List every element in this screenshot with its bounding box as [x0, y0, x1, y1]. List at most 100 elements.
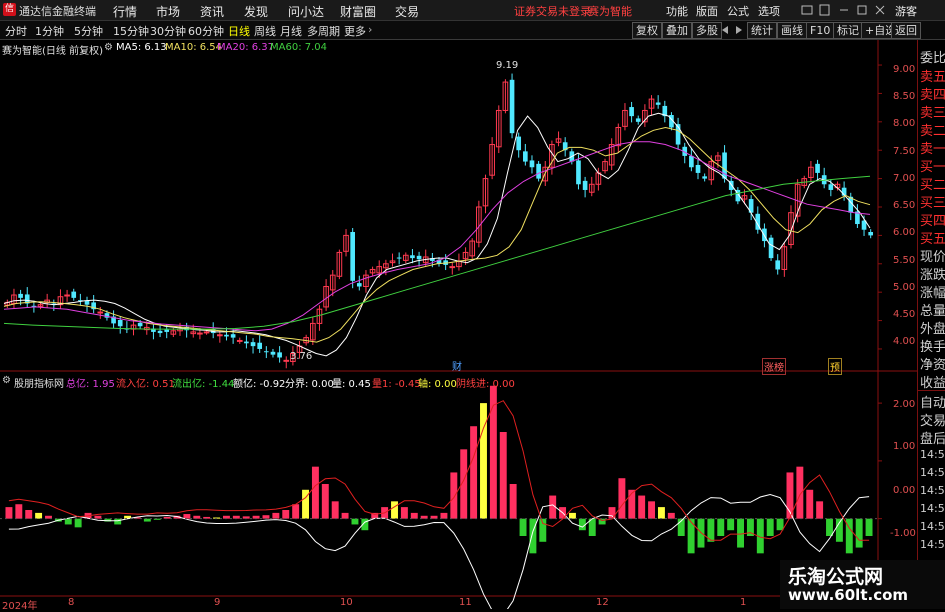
- candle-body: [117, 320, 123, 327]
- back-button[interactable]: 返回: [891, 22, 921, 39]
- indicator-line-white: [8, 493, 870, 609]
- side-item[interactable]: 总量: [920, 300, 945, 319]
- candle-body: [695, 164, 701, 173]
- candle-body: [224, 334, 229, 337]
- chevron-right-icon[interactable]: ›: [368, 23, 372, 36]
- side-item[interactable]: 收益: [920, 372, 945, 391]
- period-tick[interactable]: 分时: [5, 23, 27, 39]
- tablet-icon[interactable]: [819, 4, 830, 16]
- side-item[interactable]: 卖三: [920, 102, 945, 121]
- menu-discover[interactable]: 发现: [244, 3, 268, 20]
- screen-icon[interactable]: [801, 5, 813, 15]
- side-item[interactable]: 现价: [920, 246, 945, 265]
- close-icon[interactable]: [875, 5, 885, 15]
- login-warning[interactable]: 证券交易未登录: [514, 3, 591, 19]
- menu-formula[interactable]: 公式: [727, 3, 749, 19]
- maximize-icon[interactable]: [857, 5, 867, 15]
- watermark-title: 乐淘公式网: [788, 566, 884, 588]
- indicator-volume1: 量1: -0.45: [372, 379, 421, 390]
- draw-line-button[interactable]: 画线: [777, 22, 807, 39]
- side-item[interactable]: 外盘: [920, 318, 945, 337]
- y-tick: 5.00: [893, 282, 916, 293]
- period-weekly[interactable]: 周线: [254, 23, 276, 39]
- adjust-button[interactable]: 复权: [632, 22, 662, 39]
- menu-market[interactable]: 市场: [156, 3, 180, 20]
- menu-options[interactable]: 选项: [758, 3, 780, 19]
- ma10-legend: MA10: 6.54: [165, 42, 223, 53]
- indicator-bars: [5, 385, 873, 554]
- indicator-bar: [262, 515, 270, 519]
- arrow-left-icon[interactable]: [722, 26, 728, 34]
- side-item[interactable]: 买一: [920, 156, 945, 175]
- period-daily[interactable]: 日线: [228, 23, 250, 39]
- menu-news[interactable]: 资讯: [200, 3, 224, 20]
- side-item[interactable]: 涨幅: [920, 282, 945, 301]
- settings-gear-icon[interactable]: ⚙: [104, 42, 113, 53]
- indicator-bar: [499, 432, 507, 519]
- watermark-url: www.60lt.com: [788, 586, 909, 604]
- candle-body: [164, 329, 170, 332]
- menu-function[interactable]: 功能: [666, 3, 688, 19]
- candle-body: [635, 118, 641, 122]
- period-monthly[interactable]: 月线: [280, 23, 302, 39]
- event-marker-forecast[interactable]: 预: [828, 358, 842, 375]
- side-item[interactable]: 卖四: [920, 84, 945, 103]
- indicator-bar: [470, 426, 478, 519]
- indicator-gear-icon[interactable]: ⚙: [2, 375, 11, 386]
- period-5min[interactable]: 5分钟: [74, 23, 103, 39]
- stats-button[interactable]: 统计: [747, 22, 777, 39]
- mark-button[interactable]: 标记: [833, 22, 863, 39]
- period-multi[interactable]: 多周期: [307, 23, 340, 39]
- indicator-bar: [35, 512, 43, 519]
- y-tick: 8.00: [893, 118, 916, 129]
- period-1min[interactable]: 1分钟: [35, 23, 64, 39]
- arrow-icons[interactable]: [720, 24, 744, 36]
- period-30min[interactable]: 30分钟: [150, 23, 186, 39]
- side-item[interactable]: 卖二: [920, 120, 945, 139]
- chart-area[interactable]: 赛为智能(日线 前复权) ⚙ MA5: 6.13 MA10: 6.54 MA20…: [0, 40, 917, 612]
- side-item[interactable]: 自动: [920, 392, 945, 411]
- menu-trade[interactable]: 交易: [395, 3, 419, 20]
- arrow-right-icon[interactable]: [736, 26, 742, 34]
- period-15min[interactable]: 15分钟: [113, 23, 149, 39]
- period-60min[interactable]: 60分钟: [188, 23, 224, 39]
- indicator-bar: [717, 518, 725, 536]
- candle-body: [629, 107, 634, 117]
- menu-ask-xiaoda[interactable]: 问小达: [288, 3, 324, 20]
- side-item[interactable]: 买四: [920, 210, 945, 229]
- overlay-button[interactable]: 叠加: [662, 22, 692, 39]
- chart-canvas[interactable]: [0, 40, 917, 609]
- menu-layout[interactable]: 版面: [696, 3, 718, 19]
- side-item[interactable]: 买五: [920, 228, 945, 247]
- candle-body: [868, 231, 874, 236]
- side-item[interactable]: 涨跌: [920, 264, 945, 283]
- f10-button[interactable]: F10: [806, 22, 835, 39]
- menu-quotes[interactable]: 行情: [113, 3, 137, 20]
- indicator-bar: [391, 501, 398, 519]
- indicator-bar: [183, 514, 191, 519]
- side-item[interactable]: 换手: [920, 336, 945, 355]
- side-item[interactable]: 买二: [920, 174, 945, 193]
- side-item[interactable]: 盘后: [920, 428, 945, 447]
- event-marker-finance[interactable]: 财: [452, 358, 462, 373]
- indicator-bar: [143, 518, 151, 522]
- menu-wealth-circle[interactable]: 财富圈: [340, 3, 376, 20]
- side-item[interactable]: 卖五: [920, 66, 945, 85]
- low-price-label: 3.76: [290, 351, 313, 362]
- side-item[interactable]: 买三: [920, 192, 945, 211]
- event-marker-limit-up[interactable]: 涨榜: [762, 358, 786, 375]
- side-item[interactable]: 净资: [920, 354, 945, 373]
- period-more[interactable]: 更多: [344, 23, 366, 39]
- side-item[interactable]: 委比: [920, 47, 945, 66]
- multi-stock-button[interactable]: 多股: [692, 22, 722, 39]
- indicator-bar: [5, 507, 13, 519]
- indicator-bar: [855, 518, 863, 548]
- candle-body: [655, 102, 661, 105]
- indicator-bar: [529, 518, 537, 554]
- indicator-bar: [341, 512, 349, 519]
- indicator-inflow: 流入亿: 0.51: [116, 379, 175, 390]
- trade-time: 14:56: [920, 484, 945, 497]
- side-item[interactable]: 卖一: [920, 138, 945, 157]
- guest-label[interactable]: 游客: [895, 3, 917, 19]
- side-item[interactable]: 交易: [920, 410, 945, 429]
